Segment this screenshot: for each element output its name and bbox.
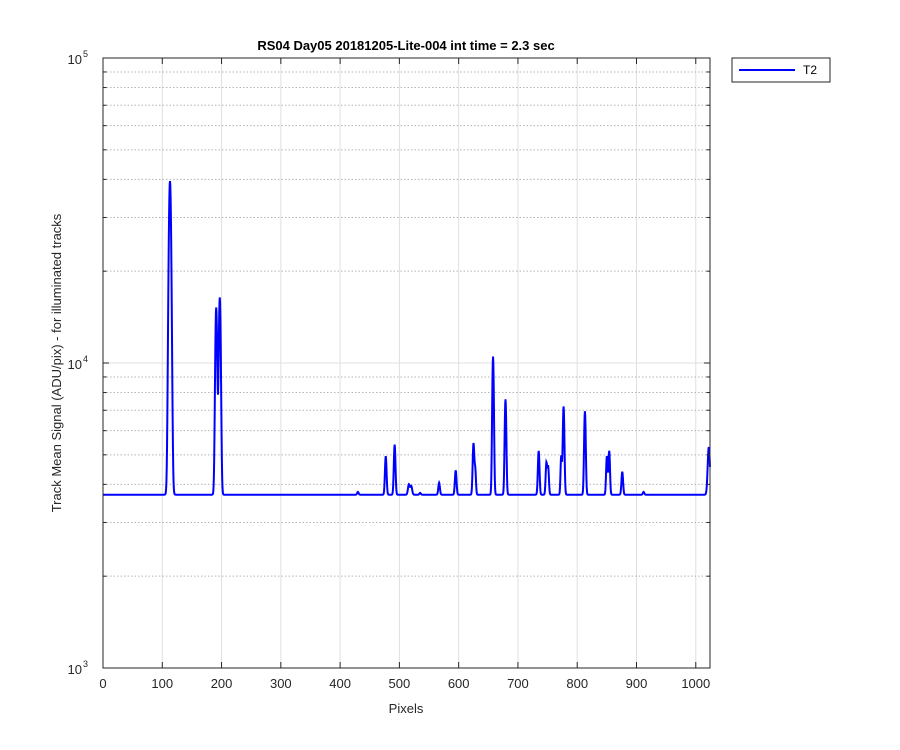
x-tick-label: 0 [99, 676, 106, 691]
y-tick-label: 10 4 [68, 354, 88, 372]
x-axis-tick-labels: 0 100 200 300 400 500 600 700 800 900 1000 [99, 676, 710, 691]
grid [103, 58, 710, 668]
series-line-t2 [103, 180, 711, 496]
y-tick-label-base: 10 [68, 357, 82, 372]
x-tick-label: 600 [448, 676, 470, 691]
y-tick-label-base: 10 [68, 52, 82, 67]
x-tick-label: 300 [270, 676, 292, 691]
y-tick-label-exponent: 4 [83, 354, 88, 364]
line-chart: 0 100 200 300 400 500 600 700 800 900 1000 10 310 41… [49, 38, 831, 716]
x-axis-label: Pixels [389, 701, 424, 716]
y-tick-label: 10 3 [68, 659, 88, 677]
y-tick-label-exponent: 5 [83, 49, 88, 59]
series-layer [103, 180, 711, 496]
y-axis-tick-labels: 10 310 410 5 [68, 49, 88, 677]
x-tick-label: 700 [507, 676, 529, 691]
x-tick-label: 1000 [681, 676, 710, 691]
y-tick-label: 10 5 [68, 49, 88, 67]
x-tick-label: 900 [626, 676, 648, 691]
y-tick-label-base: 10 [68, 662, 82, 677]
y-axis-label: Track Mean Signal (ADU/pix) - for illumi… [49, 213, 64, 512]
y-tick-label-exponent: 3 [83, 659, 88, 669]
x-tick-label: 500 [389, 676, 411, 691]
x-tick-label: 100 [151, 676, 173, 691]
legend: T2 [731, 57, 831, 83]
chart-title: RS04 Day05 20181205-Lite-004 int time = … [257, 38, 554, 53]
x-tick-label: 200 [211, 676, 233, 691]
x-tick-label: 800 [566, 676, 588, 691]
x-tick-label: 400 [329, 676, 351, 691]
legend-entry-t2: T2 [803, 63, 817, 77]
